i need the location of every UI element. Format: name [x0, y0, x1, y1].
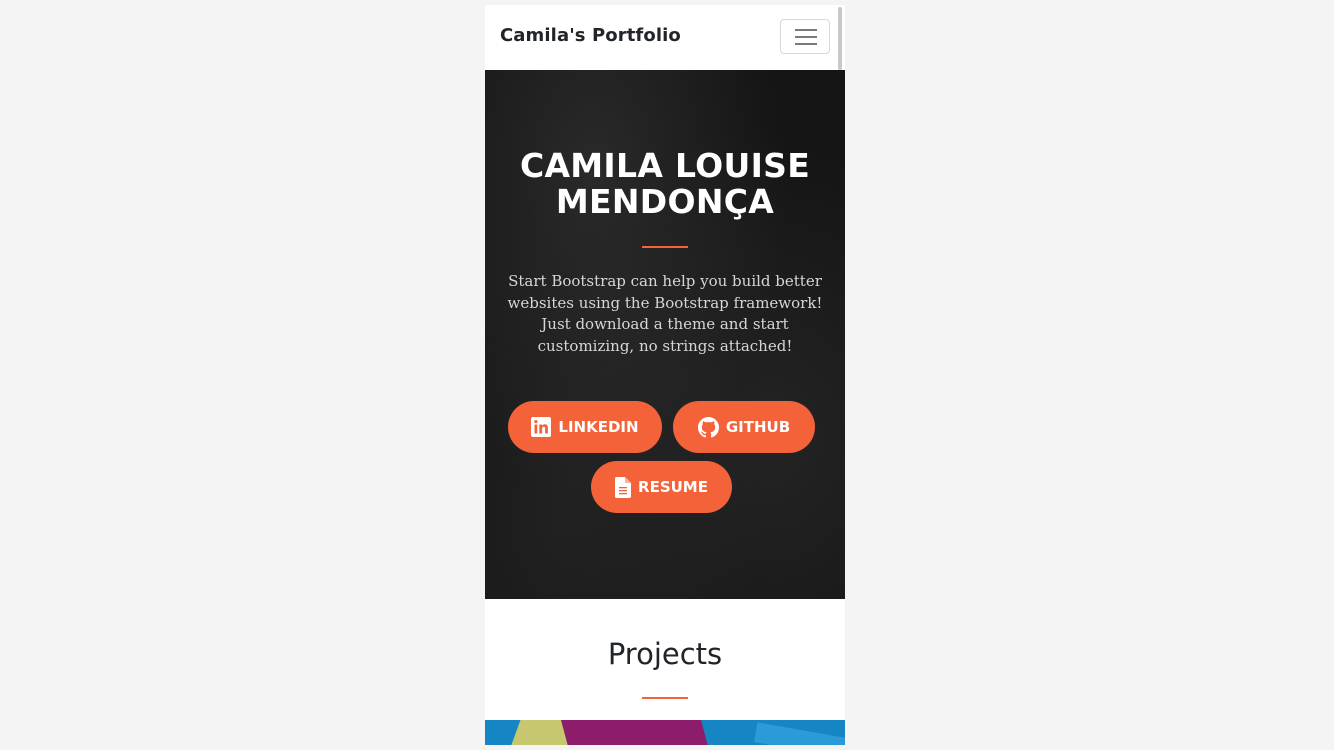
navbar-brand[interactable]: Camila's Portfolio — [500, 25, 681, 46]
navbar-toggle-button[interactable] — [780, 19, 830, 54]
resume-button-label: RESUME — [638, 478, 708, 496]
hamburger-menu-icon-bar — [795, 43, 817, 45]
project-thumbnail[interactable] — [485, 720, 845, 745]
projects-section: Projects — [485, 599, 845, 745]
hero-description: Start Bootstrap can help you build bette… — [507, 272, 823, 355]
projects-heading: Projects — [607, 637, 723, 671]
github-icon — [697, 416, 719, 438]
hero-title-line: CAMILA LOUISE — [519, 146, 811, 185]
file-document-icon — [615, 476, 632, 498]
hero-title-line: MENDONÇA — [555, 182, 775, 221]
github-button[interactable]: GITHUB — [673, 401, 815, 453]
hamburger-menu-icon-bar — [795, 36, 817, 38]
hero-section: CAMILA LOUISE MENDONÇA Start Bootstrap c… — [485, 70, 845, 599]
thumbnail-shape — [753, 722, 845, 745]
linkedin-button-label: LINKEDIN — [558, 418, 639, 436]
navbar: Camila's Portfolio — [485, 5, 845, 70]
github-button-label: GITHUB — [725, 418, 791, 436]
linkedin-icon — [531, 417, 552, 437]
hamburger-menu-icon — [795, 29, 817, 31]
scrollbar[interactable] — [838, 7, 842, 70]
hero-divider — [642, 246, 688, 248]
resume-button[interactable]: RESUME — [591, 461, 732, 513]
projects-divider — [642, 697, 688, 699]
thumbnail-shape — [560, 720, 710, 745]
linkedin-button[interactable]: LINKEDIN — [508, 401, 662, 453]
mobile-viewport: Camila's Portfolio CAMILA LOUISE MENDONÇ… — [485, 5, 845, 745]
hero-title: CAMILA LOUISE MENDONÇA — [485, 148, 845, 220]
